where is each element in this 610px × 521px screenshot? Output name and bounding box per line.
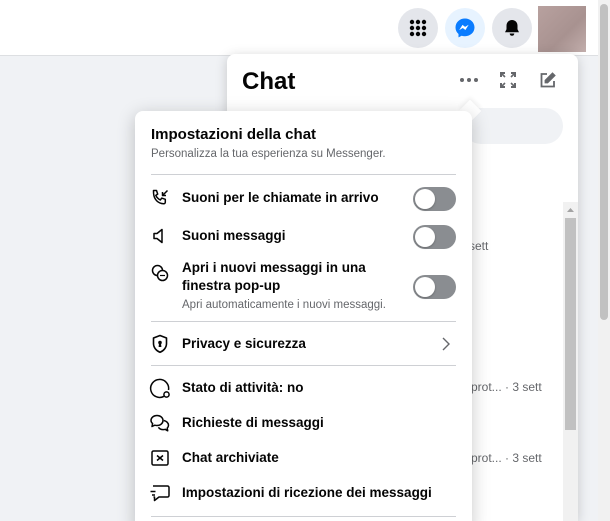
expand-button[interactable]	[493, 69, 523, 91]
privacy-security-row[interactable]: Privacy e sicurezza	[135, 331, 472, 363]
page-scrollbar-thumb[interactable]	[600, 4, 608, 320]
notifications-button[interactable]	[492, 8, 532, 48]
message-requests-label: Richieste di messaggi	[182, 415, 324, 430]
page-scrollbar[interactable]	[598, 0, 610, 521]
archive-icon	[149, 447, 171, 469]
settings-subtitle: Personalizza la tua esperienza su Messen…	[151, 148, 386, 160]
chat-list-scrollbar[interactable]	[563, 202, 578, 521]
active-status-icon	[149, 377, 171, 399]
divider	[151, 174, 456, 175]
popup-messages-label-line2: finestra pop-up	[182, 278, 281, 293]
popup-chat-icon	[149, 262, 171, 284]
archived-chats-row[interactable]: Chat archiviate	[135, 445, 472, 477]
incoming-call-icon	[149, 187, 171, 209]
incoming-call-sounds-label: Suoni per le chiamate in arrivo	[182, 190, 379, 205]
expand-icon	[500, 72, 516, 88]
new-message-icon	[539, 71, 556, 89]
shield-icon	[149, 333, 171, 355]
top-bar	[0, 0, 598, 56]
chat-list-scrollbar-thumb[interactable]	[565, 218, 576, 430]
message-delivery-settings-row[interactable]: Impostazioni di ricezione dei messaggi	[135, 480, 472, 512]
popup-messages-row[interactable]: Apri i nuovi messaggi in una finestra po…	[135, 259, 472, 317]
message-sounds-label: Suoni messaggi	[182, 228, 286, 243]
incoming-call-sounds-row[interactable]: Suoni per le chiamate in arrivo	[135, 183, 472, 217]
settings-title: Impostazioni della chat	[151, 126, 317, 143]
chat-settings-popover: Impostazioni della chat Personalizza la …	[135, 111, 472, 521]
privacy-security-label: Privacy e sicurezza	[182, 336, 306, 351]
toggle-knob	[415, 189, 435, 209]
chat-panel-title: Chat	[242, 68, 296, 95]
messenger-button[interactable]	[445, 8, 485, 48]
message-sounds-toggle[interactable]	[413, 225, 456, 249]
bell-icon	[502, 18, 522, 38]
message-requests-icon	[149, 412, 171, 434]
scroll-up-arrow[interactable]	[563, 202, 578, 217]
delivery-settings-icon	[149, 482, 171, 504]
chevron-right-icon	[439, 336, 453, 352]
active-status-row[interactable]: Stato di attività: no	[135, 375, 472, 407]
archived-chats-label: Chat archiviate	[182, 450, 279, 465]
popup-messages-toggle[interactable]	[413, 275, 456, 299]
more-options-button[interactable]	[454, 69, 484, 91]
divider	[151, 365, 456, 366]
popup-messages-description: Apri automaticamente i nuovi messaggi.	[182, 299, 386, 311]
apps-grid-icon	[409, 19, 427, 37]
active-status-label: Stato di attività: no	[182, 380, 304, 395]
new-message-button[interactable]	[532, 69, 562, 91]
toggle-knob	[415, 227, 435, 247]
profile-avatar[interactable]	[538, 6, 586, 52]
message-requests-row[interactable]: Richieste di messaggi	[135, 410, 472, 442]
divider	[151, 321, 456, 322]
menu-button[interactable]	[398, 8, 438, 48]
incoming-call-sounds-toggle[interactable]	[413, 187, 456, 211]
toggle-knob	[415, 277, 435, 297]
speaker-icon	[149, 225, 171, 247]
message-sounds-row[interactable]: Suoni messaggi	[135, 222, 472, 256]
messenger-icon	[454, 17, 476, 39]
chat-list-snippet: prot... · 3 sett	[471, 380, 542, 394]
chat-list-snippet: prot... · 3 sett	[471, 451, 542, 465]
more-options-icon	[460, 78, 478, 82]
message-delivery-settings-label: Impostazioni di ricezione dei messaggi	[182, 485, 432, 500]
popup-messages-label-line1: Apri i nuovi messaggi in una	[182, 260, 366, 275]
divider	[151, 516, 456, 517]
